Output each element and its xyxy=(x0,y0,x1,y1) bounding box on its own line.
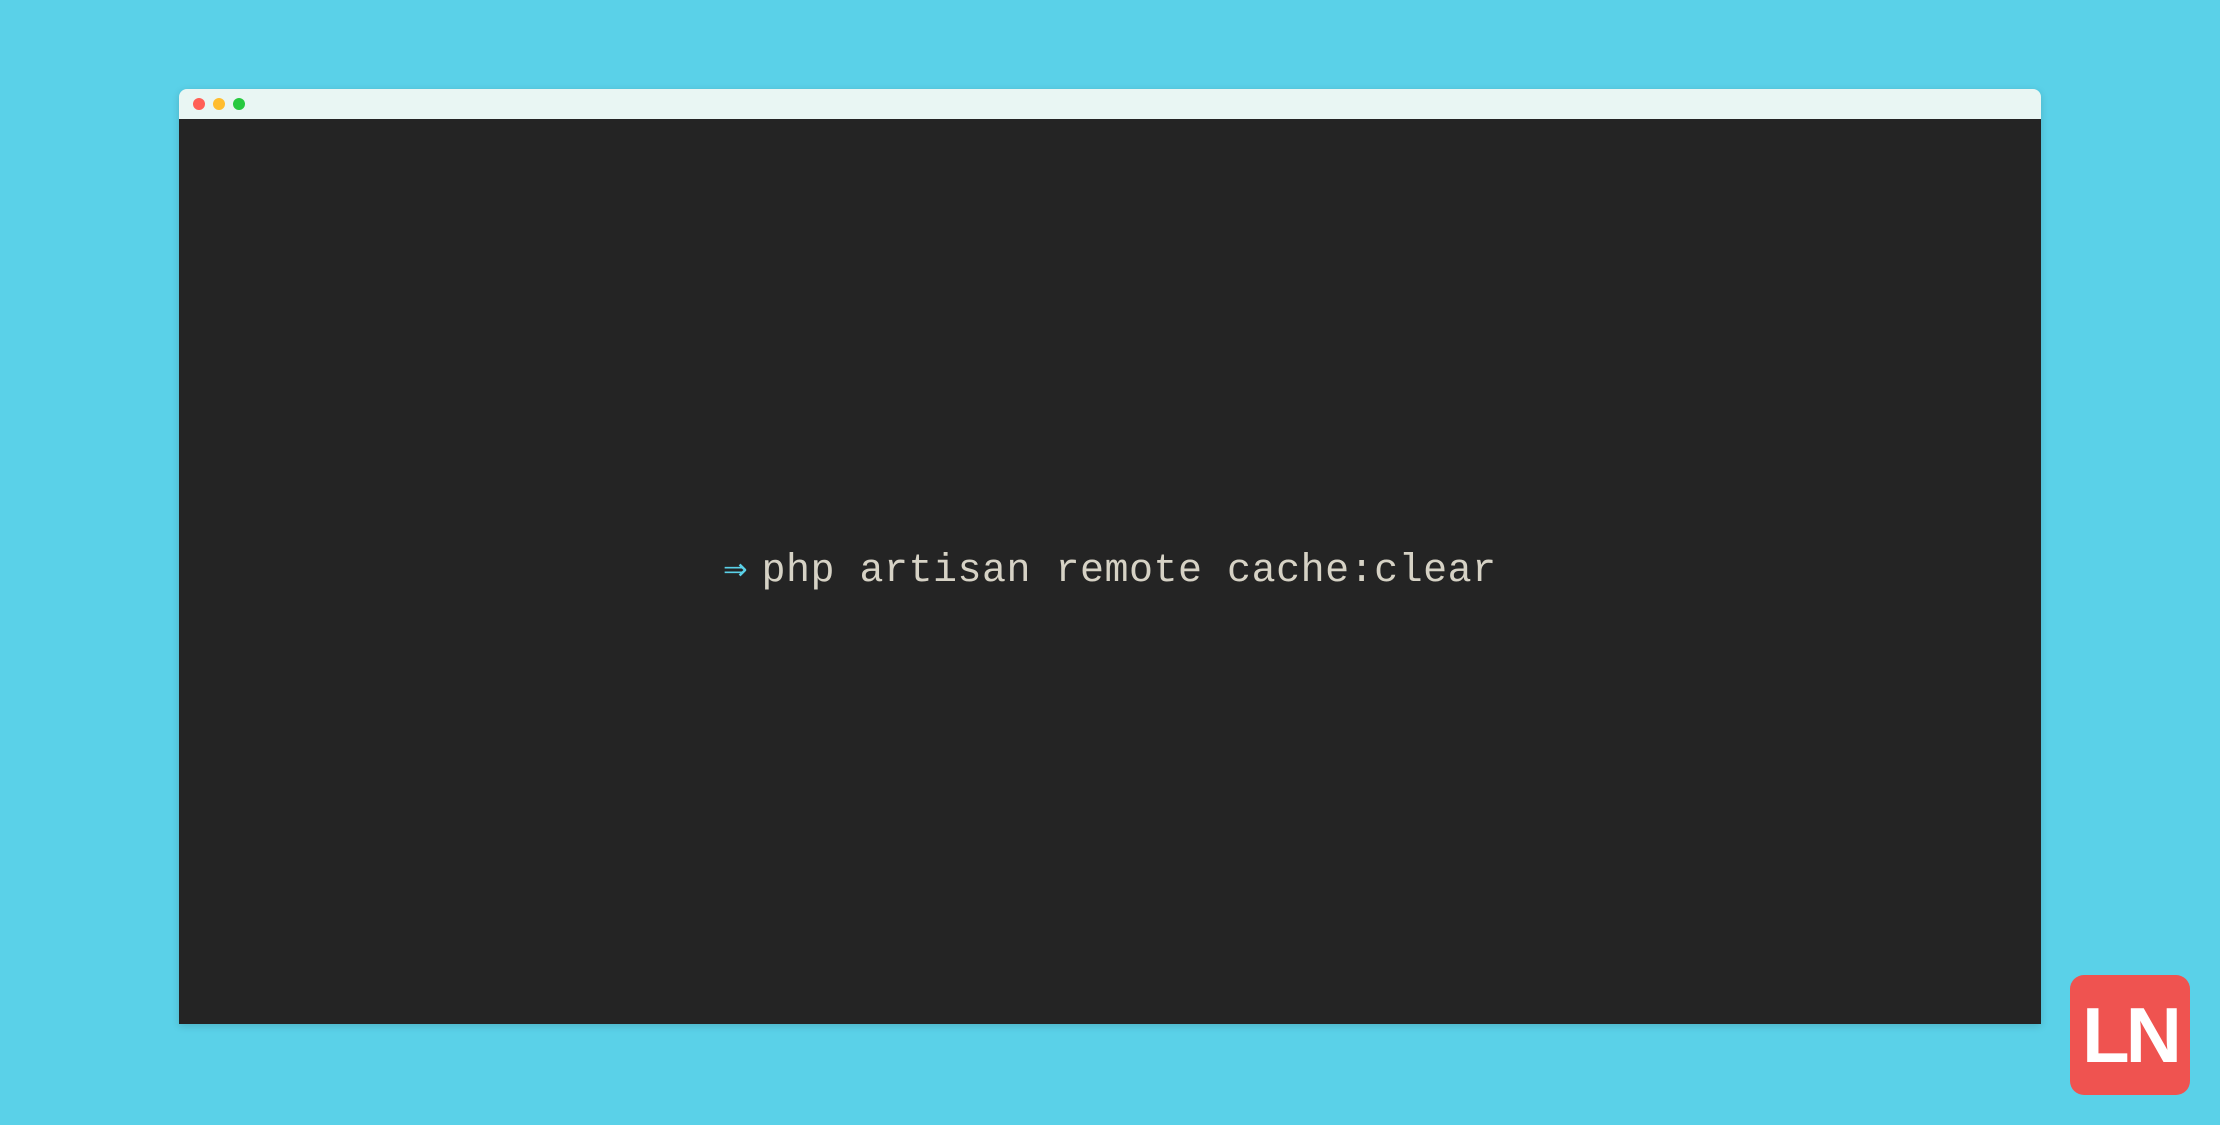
logo-text: LN xyxy=(2082,996,2178,1074)
command-line: ⇒ php artisan remote cache:clear xyxy=(723,549,1496,594)
maximize-icon[interactable] xyxy=(233,98,245,110)
window-titlebar xyxy=(179,89,2041,119)
terminal-window: ⇒ php artisan remote cache:clear xyxy=(179,89,2041,1024)
logo-badge: LN xyxy=(2070,975,2190,1095)
prompt-arrow-icon: ⇒ xyxy=(723,552,747,592)
terminal-body[interactable]: ⇒ php artisan remote cache:clear xyxy=(179,119,2041,1024)
close-icon[interactable] xyxy=(193,98,205,110)
minimize-icon[interactable] xyxy=(213,98,225,110)
command-text: php artisan remote cache:clear xyxy=(761,549,1496,594)
